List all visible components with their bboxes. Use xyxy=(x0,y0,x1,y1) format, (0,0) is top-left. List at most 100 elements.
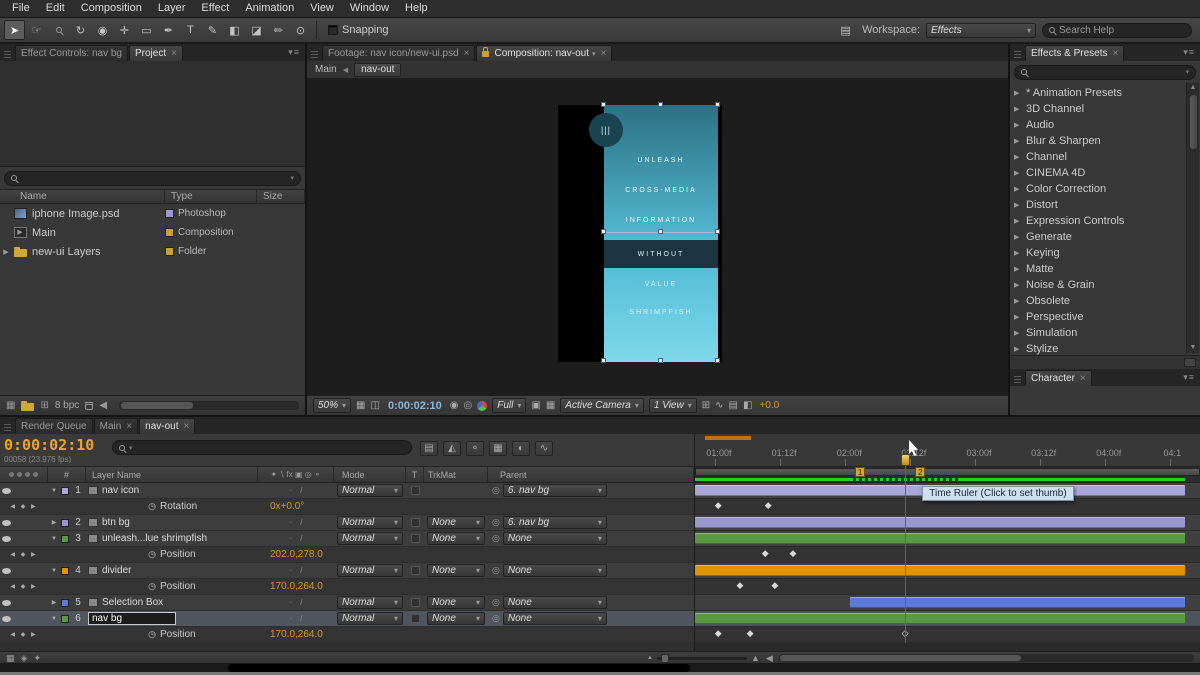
eye-icon[interactable] xyxy=(2,520,11,526)
label-chip[interactable] xyxy=(61,599,69,607)
rotation-tool[interactable]: ↻ xyxy=(70,20,91,40)
layer-row[interactable]: ▼ 6 nav bg ·/ Normal▾ None▾ ◎None▾ xyxy=(0,611,694,627)
close-icon[interactable]: × xyxy=(1080,373,1086,384)
search-help-box[interactable]: Search Help xyxy=(1042,23,1192,38)
panel-grip[interactable] xyxy=(1014,49,1021,58)
shy-layers-icon[interactable]: ⚬ xyxy=(466,441,484,456)
menu-file[interactable]: File xyxy=(4,0,38,17)
resolution-dropdown[interactable]: Full▾ xyxy=(492,398,526,413)
new-composition-icon[interactable]: ⊞ xyxy=(40,400,48,411)
magnification-dropdown[interactable]: 50%▾ xyxy=(313,398,351,413)
layer-switches[interactable]: ·/ xyxy=(258,598,334,607)
layer-name[interactable]: unleash...lue shrimpfish xyxy=(86,533,258,544)
layer-duration-bar[interactable] xyxy=(695,533,1185,544)
interpret-footage-icon[interactable]: ▦ xyxy=(6,400,15,411)
snapping-control[interactable]: Snapping xyxy=(328,24,389,36)
track-row[interactable] xyxy=(695,563,1200,579)
puppet-pin-tool[interactable]: ⊙ xyxy=(290,20,311,40)
close-icon[interactable]: × xyxy=(601,48,607,59)
shape-tool[interactable]: ▭ xyxy=(136,20,157,40)
preserve-transparency-toggle[interactable] xyxy=(411,614,420,623)
twirl-icon[interactable]: ▶ xyxy=(1014,201,1022,209)
scroll-left-icon[interactable]: ◀ xyxy=(99,400,107,411)
panel-grip[interactable] xyxy=(4,49,11,58)
trash-icon[interactable] xyxy=(85,402,93,410)
layer-row[interactable]: ▼ 1 nav icon ·/ Normal▾ ◎6. nav bg▾ xyxy=(0,483,694,499)
menu-layer[interactable]: Layer xyxy=(150,0,194,17)
effects-category[interactable]: ▶Simulation xyxy=(1014,325,1186,341)
project-item[interactable]: iphone Image.psd Photoshop xyxy=(0,204,305,223)
pickwhip-icon[interactable]: ◎ xyxy=(492,597,500,608)
twirl-icon[interactable]: ▶ xyxy=(1014,153,1022,161)
mode-dropdown[interactable]: Normal▾ xyxy=(337,484,403,497)
twirl-icon[interactable]: ▶ xyxy=(1014,313,1022,321)
selection-handle[interactable] xyxy=(658,358,663,363)
breadcrumb-main[interactable]: Main xyxy=(315,64,337,75)
track-row[interactable] xyxy=(695,515,1200,531)
comp-flow-icon[interactable]: ◧ xyxy=(743,400,752,411)
layer-name[interactable]: btn bg xyxy=(86,517,258,528)
eye-icon[interactable] xyxy=(2,536,11,542)
layer-name[interactable]: Selection Box xyxy=(86,597,258,608)
effects-category[interactable]: ▶3D Channel xyxy=(1014,101,1186,117)
effects-category[interactable]: ▶Color Correction xyxy=(1014,181,1186,197)
timeline-column-headers[interactable]: # Layer Name ✦ ∖ fx ▣ ◎ ⚬ Mode T TrkMat … xyxy=(0,467,694,483)
menu-composition[interactable]: Composition xyxy=(73,0,150,17)
mode-dropdown[interactable]: Normal▾ xyxy=(337,564,403,577)
tab-project[interactable]: Project× xyxy=(129,45,183,61)
effects-category[interactable]: ▶Obsolete xyxy=(1014,293,1186,309)
mode-dropdown[interactable]: Normal▾ xyxy=(337,612,403,625)
fast-previews-icon[interactable]: ∿ xyxy=(715,400,723,411)
project-horizontal-scrollbar[interactable] xyxy=(119,401,299,410)
twirl-icon[interactable]: ▶ xyxy=(1014,105,1022,113)
label-chip[interactable] xyxy=(61,567,69,575)
trkmat-dropdown[interactable]: None▾ xyxy=(427,612,485,625)
selection-handle[interactable] xyxy=(715,229,720,234)
twirl-icon[interactable]: ▶ xyxy=(48,519,60,526)
scroll-down-icon[interactable]: ▼ xyxy=(1190,343,1197,353)
layer-switches[interactable]: ·/ xyxy=(258,566,334,575)
roi-icon[interactable]: ▣ xyxy=(531,400,540,411)
graph-editor-icon[interactable]: ∿ xyxy=(535,441,553,456)
preserve-transparency-toggle[interactable] xyxy=(411,598,420,607)
layer-switches[interactable]: ·/ xyxy=(258,614,334,623)
layer-name[interactable]: nav bg xyxy=(86,612,258,625)
channels-icon[interactable] xyxy=(477,401,487,411)
effects-category[interactable]: ▶Noise & Grain xyxy=(1014,277,1186,293)
trkmat-dropdown[interactable]: None▾ xyxy=(427,564,485,577)
track-property-row[interactable]: ◆◆ xyxy=(695,547,1200,563)
keyframe-navigator[interactable]: ◀ ◆ ▶ xyxy=(0,579,48,594)
selection-handle[interactable] xyxy=(601,358,606,363)
effects-category[interactable]: ▶Matte xyxy=(1014,261,1186,277)
project-item[interactable]: ▶ new-ui Layers Folder xyxy=(0,242,305,261)
menu-view[interactable]: View xyxy=(302,0,342,17)
layer-row[interactable]: ▶ 5 Selection Box ·/ Normal▾ None▾ ◎None… xyxy=(0,595,694,611)
property-name[interactable]: Position xyxy=(160,549,270,560)
twirl-icon[interactable]: ▶ xyxy=(1014,297,1022,305)
workspace-dropdown[interactable]: Effects▾ xyxy=(926,23,1036,38)
timeline-search-input[interactable]: ▾ xyxy=(112,440,412,455)
zoom-in-icon[interactable]: ▲ xyxy=(751,653,760,663)
selection-handle[interactable] xyxy=(658,229,663,234)
eye-icon[interactable] xyxy=(2,488,11,494)
keyframe-navigator[interactable]: ◀ ◆ ▶ xyxy=(0,547,48,562)
zoom-slider-thumb[interactable] xyxy=(661,654,669,663)
tab-main[interactable]: Main× xyxy=(94,418,139,434)
close-icon[interactable]: × xyxy=(184,421,190,432)
project-item[interactable]: ▶ Main Composition xyxy=(0,223,305,242)
comp-marker[interactable]: 2 xyxy=(915,467,925,477)
track-row[interactable] xyxy=(695,531,1200,547)
property-row[interactable]: ◀ ◆ ▶ ◷ Position 170.0,264.0 xyxy=(0,579,694,595)
selection-tool[interactable]: ➤ xyxy=(4,20,25,40)
chevron-down-icon[interactable]: ▾ xyxy=(290,174,294,182)
property-value[interactable]: 0x+0.0° xyxy=(270,501,304,512)
layer-row[interactable]: ▼ 3 unleash...lue shrimpfish ·/ Normal▾ … xyxy=(0,531,694,547)
layer-duration-bar[interactable] xyxy=(695,613,1185,624)
menu-effect[interactable]: Effect xyxy=(193,0,237,17)
composition-viewer[interactable]: UNLEASHCROSS-MEDIAINFORMATION WITHOUT VA… xyxy=(307,79,1008,395)
panel-grip[interactable] xyxy=(311,49,318,58)
twirl-icon[interactable]: ▶ xyxy=(1014,137,1022,145)
cti-line[interactable] xyxy=(905,450,906,643)
eye-icon[interactable] xyxy=(2,568,11,574)
parent-dropdown[interactable]: 6. nav bg▾ xyxy=(503,484,607,497)
